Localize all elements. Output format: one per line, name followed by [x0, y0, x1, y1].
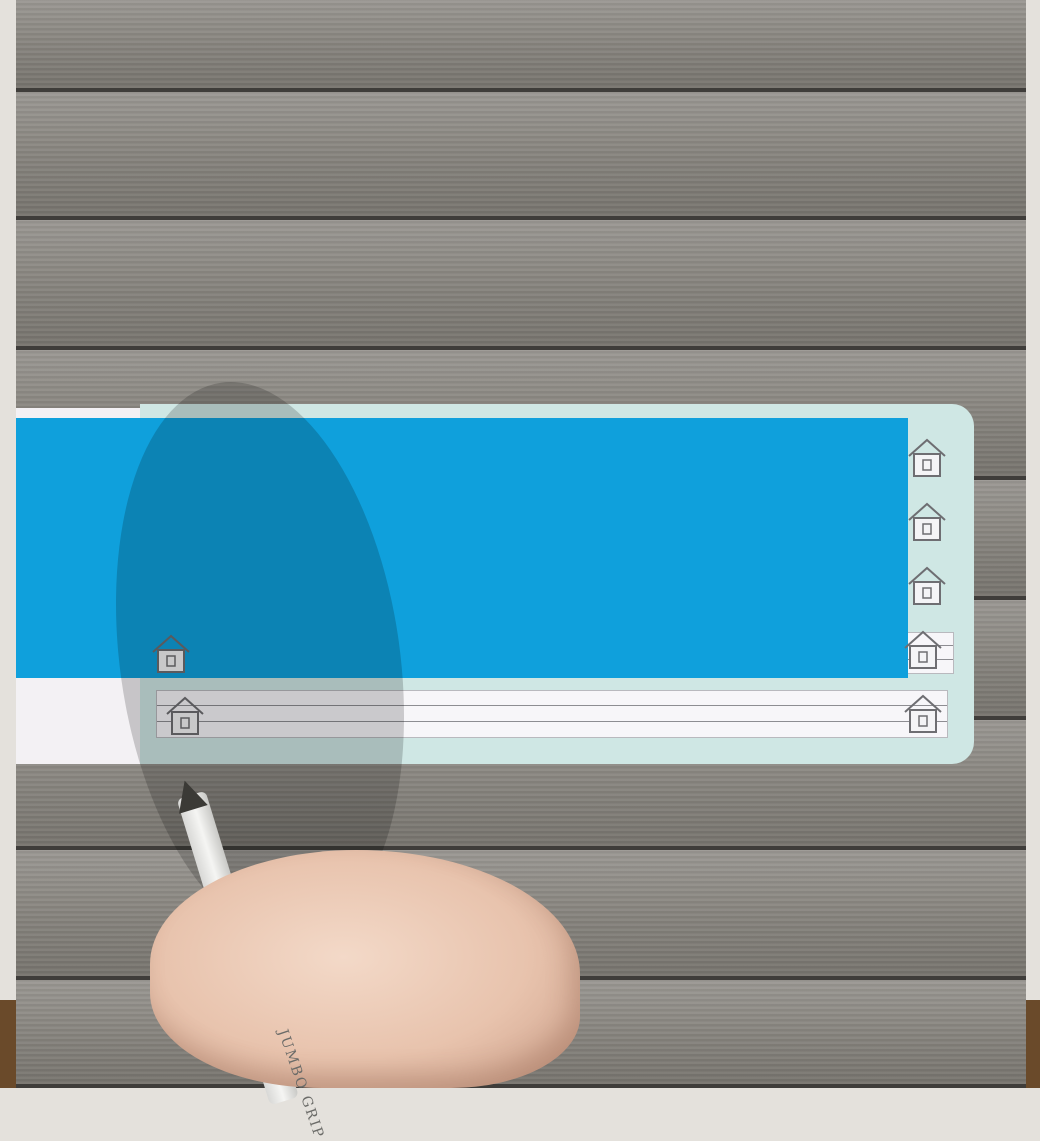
house-icon — [908, 502, 946, 541]
house-icon — [908, 438, 946, 477]
house-icon — [908, 566, 946, 605]
wood-plank — [16, 0, 1026, 92]
wood-plank — [16, 220, 1026, 350]
wood-plank — [16, 92, 1026, 220]
house-icon — [904, 694, 942, 733]
house-icon — [904, 630, 942, 669]
